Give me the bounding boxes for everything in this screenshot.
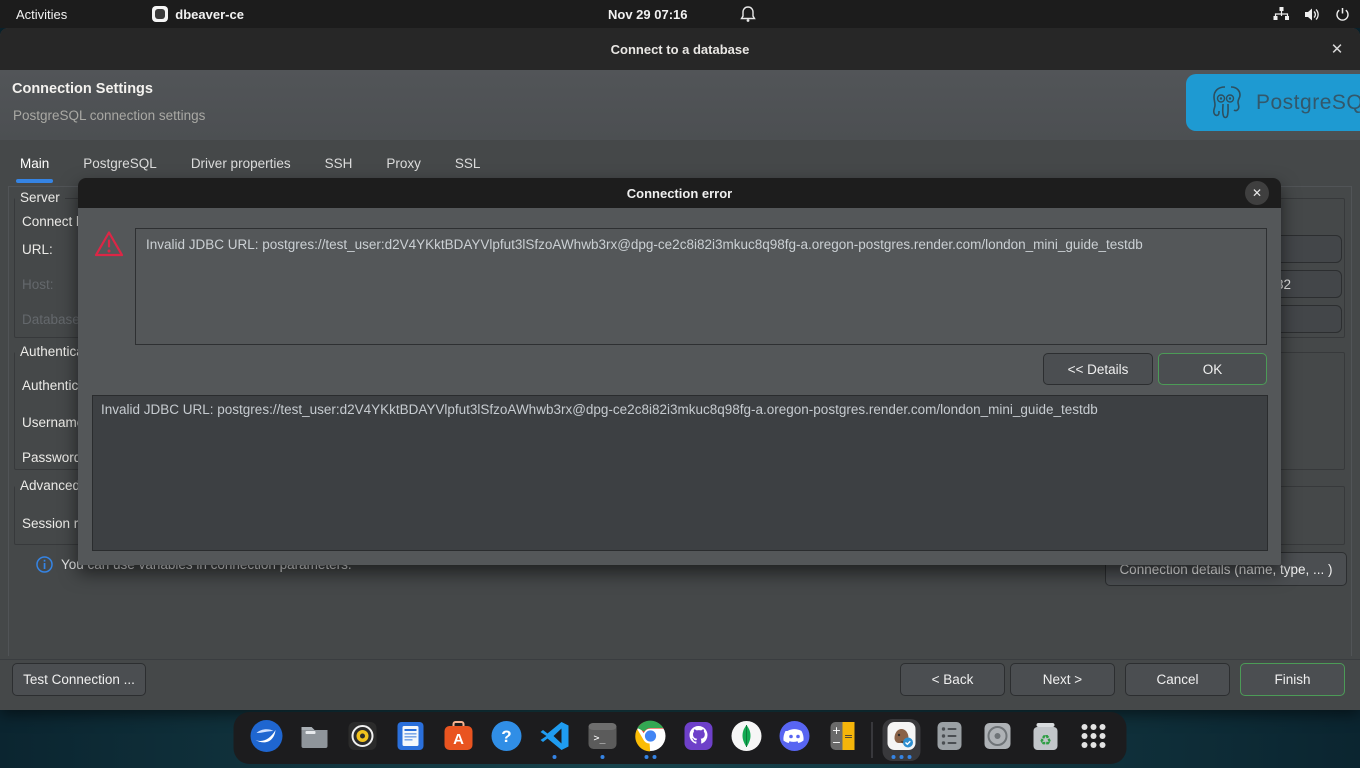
dock-item-settings[interactable] — [931, 719, 969, 761]
activities-button[interactable]: Activities — [16, 7, 67, 22]
dock-item-mongodb-compass[interactable] — [728, 719, 766, 761]
dock-item-dbeaver[interactable] — [883, 719, 921, 761]
svg-text:?: ? — [501, 727, 511, 746]
dock-separator — [872, 722, 873, 758]
dbeaver-app-icon — [152, 6, 168, 22]
thunderbird-icon — [250, 719, 284, 753]
terminal-icon: >_ — [586, 719, 620, 753]
app-grid-icon — [1077, 719, 1111, 753]
svg-text:=: = — [844, 730, 853, 743]
postgresql-logo-text: PostgreSQL — [1256, 91, 1360, 115]
password-label: Password: — [22, 450, 85, 465]
dock-item-ubuntu-software[interactable]: A — [440, 719, 478, 761]
postgresql-logo: PostgreSQL — [1186, 74, 1360, 131]
dbeaver-icon — [885, 719, 919, 753]
system-top-bar: Activities dbeaver-ce Nov 29 07:16 — [0, 0, 1360, 28]
dock-item-disks[interactable] — [979, 719, 1017, 761]
dock-item-terminal[interactable]: >_ — [584, 719, 622, 761]
dock-item-files[interactable] — [296, 719, 334, 761]
url-label: URL: — [22, 242, 53, 257]
dock-item-trash[interactable]: ♻ — [1027, 719, 1065, 761]
tab-main[interactable]: Main — [10, 141, 59, 185]
settings-icon — [933, 719, 967, 753]
running-indicator — [645, 753, 657, 761]
wizard-header: Connection Settings PostgreSQL connectio… — [0, 70, 1360, 140]
svg-text:−: − — [832, 736, 841, 749]
notification-bell-icon — [740, 5, 756, 23]
error-dialog-title: Connection error — [627, 186, 732, 201]
page-title: Connection Settings — [12, 81, 153, 97]
calculator-icon: +−= — [826, 719, 860, 753]
cancel-button[interactable]: Cancel — [1125, 663, 1230, 696]
window-close-icon[interactable]: ✕ — [1326, 38, 1348, 60]
vscode-icon — [538, 719, 572, 753]
warning-icon — [94, 230, 124, 258]
network-icon[interactable] — [1273, 7, 1290, 22]
focused-app-name: dbeaver-ce — [175, 7, 244, 22]
server-group-label: Server — [15, 190, 65, 205]
postgresql-elephant-icon — [1204, 82, 1246, 124]
dock-item-discord[interactable] — [776, 719, 814, 761]
mongodb-compass-icon — [730, 719, 764, 753]
chrome-icon — [634, 719, 668, 753]
system-tray — [1273, 0, 1350, 28]
rhythmbox-icon — [346, 719, 380, 753]
advanced-group-label: Advanced — [15, 478, 85, 493]
dock-item-thunderbird[interactable] — [248, 719, 286, 761]
help-icon: ? — [490, 719, 524, 753]
volume-icon[interactable] — [1304, 7, 1321, 22]
files-icon — [298, 719, 332, 753]
trash-icon: ♻ — [1029, 719, 1063, 753]
host-label: Host: — [22, 277, 54, 292]
footer-separator — [0, 659, 1360, 660]
dock-item-libreoffice-writer[interactable] — [392, 719, 430, 761]
dock-item-help[interactable]: ? — [488, 719, 526, 761]
desktop: Activities dbeaver-ce Nov 29 07:16 Conne… — [0, 0, 1360, 768]
connection-error-dialog: Connection error ✕ Invalid JDBC URL: pos… — [78, 178, 1281, 565]
github-desktop-icon — [682, 719, 716, 753]
dock-item-calculator[interactable]: +−= — [824, 719, 862, 761]
back-button[interactable]: < Back — [900, 663, 1005, 696]
window-title: Connect to a database — [611, 42, 750, 57]
footer-buttons: Test Connection ... < Back Next > Cancel… — [0, 663, 1360, 696]
dock-item-rhythmbox[interactable] — [344, 719, 382, 761]
dock-item-app-grid[interactable] — [1075, 719, 1113, 761]
ubuntu-software-icon: A — [442, 719, 476, 753]
test-connection-button[interactable]: Test Connection ... — [12, 663, 146, 696]
finish-button[interactable]: Finish — [1240, 663, 1345, 696]
database-label: Database: — [22, 312, 84, 327]
svg-text:>_: >_ — [594, 733, 607, 744]
svg-text:A: A — [453, 731, 464, 748]
error-dialog-titlebar[interactable]: Connection error ✕ — [78, 178, 1281, 208]
libreoffice-writer-icon — [394, 719, 428, 753]
info-icon — [36, 556, 53, 573]
dock-item-github-desktop[interactable] — [680, 719, 718, 761]
dock-item-vscode[interactable] — [536, 719, 574, 761]
dock-item-chrome[interactable] — [632, 719, 670, 761]
clock[interactable]: Nov 29 07:16 — [608, 0, 688, 28]
window-titlebar[interactable]: Connect to a database ✕ — [0, 28, 1360, 70]
power-icon[interactable] — [1335, 7, 1350, 22]
page-subtitle: PostgreSQL connection settings — [13, 108, 205, 123]
focused-app-indicator[interactable]: dbeaver-ce — [152, 6, 244, 22]
running-indicator — [553, 753, 557, 761]
error-details-box[interactable]: Invalid JDBC URL: postgres://test_user:d… — [92, 395, 1268, 551]
error-message-box: Invalid JDBC URL: postgres://test_user:d… — [135, 228, 1267, 345]
running-indicator — [601, 753, 605, 761]
ok-button[interactable]: OK — [1158, 353, 1267, 385]
dock: A? >_ +−= ♻ — [234, 712, 1127, 764]
svg-text:♻: ♻ — [1039, 733, 1052, 749]
discord-icon — [778, 719, 812, 753]
details-toggle-button[interactable]: << Details — [1043, 353, 1153, 385]
disks-icon — [981, 719, 1015, 753]
running-indicator — [892, 753, 912, 761]
error-dialog-close-icon[interactable]: ✕ — [1245, 181, 1269, 205]
next-button[interactable]: Next > — [1010, 663, 1115, 696]
